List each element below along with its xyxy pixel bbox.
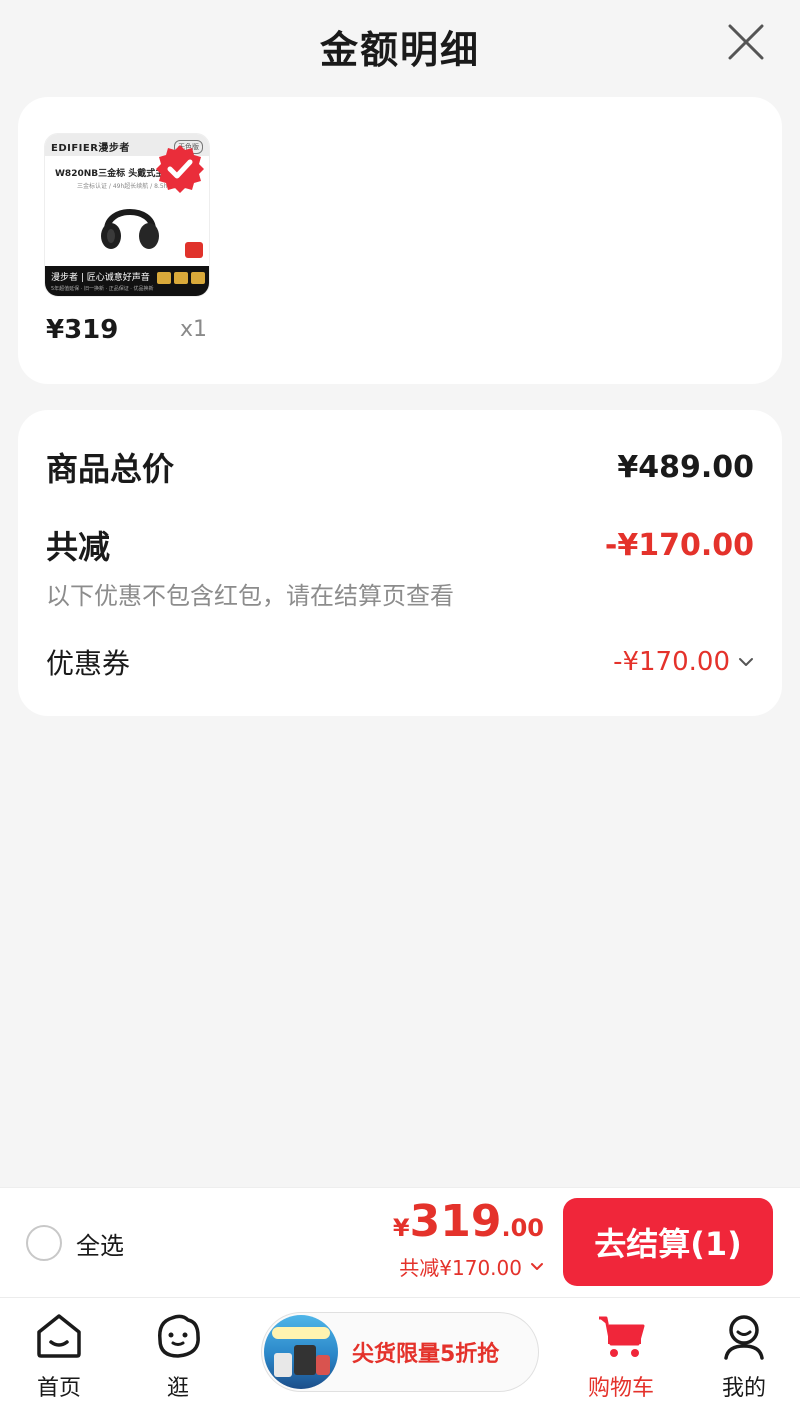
chevron-down-icon bbox=[739, 658, 753, 666]
bottom-nav: 首页 逛 尖货限量5折抢 购物车 我的 bbox=[0, 1297, 800, 1408]
coupon-dropdown[interactable]: -¥170.00 bbox=[613, 647, 754, 677]
nav-label-home: 首页 bbox=[36, 1376, 81, 1401]
thumb-sticker bbox=[185, 242, 203, 258]
discount-note: 以下优惠不包含红包，请在结算页查看 bbox=[46, 582, 454, 610]
total-price-label: 商品总价 bbox=[46, 450, 175, 488]
coupon-value: -¥170.00 bbox=[613, 647, 730, 677]
price-integer: 319 bbox=[409, 1196, 502, 1247]
nav-item-profile[interactable]: 我的 bbox=[718, 1310, 770, 1402]
thumb-brand-text: EDIFIER漫步者 bbox=[51, 143, 130, 154]
nav-item-cart[interactable]: 购物车 bbox=[588, 1310, 654, 1402]
total-price-value: ¥489.00 bbox=[617, 449, 754, 485]
profile-icon bbox=[724, 1315, 764, 1360]
select-all-label: 全选 bbox=[76, 1231, 124, 1260]
checkout-button[interactable]: 去结算(1) bbox=[563, 1198, 773, 1286]
promo-text: 尖货限量5折抢 bbox=[352, 1342, 500, 1367]
award-badges bbox=[157, 272, 205, 284]
cart-icon bbox=[599, 1316, 645, 1357]
price-summary-card: 商品总价 ¥489.00 共减 -¥170.00 以下优惠不包含红包，请在结算页… bbox=[18, 410, 782, 716]
nav-label-browse: 逛 bbox=[166, 1376, 189, 1401]
product-card: EDIFIER漫步者 无色版 W820NB三金标 头戴式主动降 三金标认证 / … bbox=[18, 97, 782, 384]
selected-check-icon bbox=[156, 145, 204, 193]
nav-label-profile: 我的 bbox=[721, 1376, 766, 1401]
select-all-toggle[interactable]: 全选 bbox=[26, 1225, 124, 1261]
product-price: ¥319 bbox=[46, 315, 119, 345]
page-title: 金额明细 bbox=[319, 27, 480, 72]
close-button[interactable] bbox=[726, 22, 766, 62]
chevron-down-icon bbox=[531, 1263, 543, 1270]
total-reduction-label: 共减 bbox=[46, 528, 111, 566]
total-reduction-value: -¥170.00 bbox=[604, 527, 754, 563]
product-quantity: x1 bbox=[180, 317, 208, 342]
nav-label-cart: 购物车 bbox=[588, 1376, 655, 1401]
promo-banner[interactable]: 尖货限量5折抢 bbox=[261, 1312, 539, 1392]
nav-item-home[interactable]: 首页 bbox=[33, 1310, 85, 1402]
thumb-bottom-text: 漫步者 | 匠心诚意好声音 bbox=[51, 273, 150, 283]
price-decimal: .00 bbox=[501, 1214, 544, 1242]
thumb-bottom-subtext: 5年超值延保 · 旧一换新 · 正品保证 · 优品换新 bbox=[51, 286, 154, 292]
headphones-image bbox=[101, 209, 159, 249]
coupon-row[interactable]: 优惠券 -¥170.00 bbox=[46, 642, 754, 682]
select-all-radio[interactable] bbox=[26, 1225, 62, 1261]
checkout-reduction-text: 共减¥170.00 bbox=[399, 1256, 522, 1280]
total-reduction-row: 共减 -¥170.00 bbox=[46, 522, 754, 568]
home-icon bbox=[37, 1314, 81, 1358]
product-thumbnail[interactable]: EDIFIER漫步者 无色版 W820NB三金标 头戴式主动降 三金标认证 / … bbox=[44, 133, 226, 395]
checkout-total-price: ¥319.00 bbox=[393, 1196, 544, 1247]
currency-symbol: ¥ bbox=[392, 1214, 410, 1242]
total-price-row: 商品总价 ¥489.00 bbox=[46, 444, 754, 490]
close-icon bbox=[728, 24, 764, 60]
browse-face-icon bbox=[158, 1314, 200, 1358]
coupon-label: 优惠券 bbox=[46, 647, 131, 680]
nav-item-browse[interactable]: 逛 bbox=[152, 1310, 204, 1402]
checkout-bar: 全选 ¥319.00 共减¥170.00 去结算(1) bbox=[0, 1187, 800, 1297]
promo-image bbox=[264, 1315, 338, 1389]
header: 金额明细 bbox=[0, 0, 800, 92]
checkout-reduction-toggle[interactable]: 共减¥170.00 bbox=[399, 1252, 544, 1281]
